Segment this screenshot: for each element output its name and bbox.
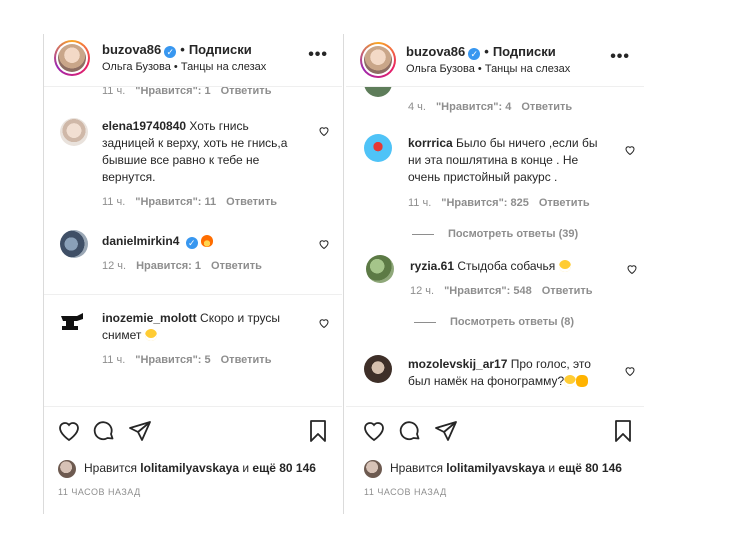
reply-button[interactable]: Ответить bbox=[211, 260, 262, 272]
comment-username[interactable]: elena19740840 bbox=[102, 119, 186, 133]
comment-time[interactable]: 11 ч. bbox=[102, 354, 125, 366]
heart-icon[interactable] bbox=[318, 238, 330, 250]
heart-icon[interactable] bbox=[626, 263, 638, 275]
heart-icon[interactable] bbox=[362, 419, 386, 443]
verified-badge-icon: ✓ bbox=[185, 237, 198, 249]
post-panel-right: buzova86 ✓ • Подписки Ольга Бузова • Танцы … bbox=[346, 34, 644, 514]
author-row: buzova86 ✓ • Подписки bbox=[102, 42, 252, 58]
reply-button[interactable]: Ответить bbox=[221, 87, 272, 97]
verified-badge-icon: ✓ bbox=[468, 48, 481, 60]
heart-icon[interactable] bbox=[624, 365, 636, 377]
avatar[interactable] bbox=[60, 230, 88, 258]
follow-status-button[interactable]: Подписки bbox=[493, 44, 556, 59]
heart-icon[interactable] bbox=[318, 125, 330, 137]
comment-text: korrrica Было бы ничего ,если бы ни эта … bbox=[408, 136, 598, 184]
author-username[interactable]: buzova86 bbox=[102, 42, 161, 57]
comment-likes[interactable]: "Нравится": 11 bbox=[135, 196, 216, 208]
post-header: buzova86 ✓ • Подписки Ольга Бузова • Танцы … bbox=[346, 34, 644, 87]
view-replies-button[interactable]: Посмотреть ответы (8) bbox=[414, 316, 574, 328]
comment-username[interactable]: mozolevskij_ar17 bbox=[408, 357, 507, 371]
heart-icon[interactable] bbox=[318, 317, 330, 329]
comment-likes[interactable]: "Нравится": 1 bbox=[135, 87, 210, 97]
comment-time[interactable]: 11 ч. bbox=[102, 87, 125, 97]
audio-subline[interactable]: Ольга Бузова • Танцы на слезах bbox=[102, 61, 266, 73]
post-panel-left: buzova86 ✓ • Подписки Ольга Бузова • Танцы … bbox=[44, 34, 342, 514]
comment-time[interactable]: 12 ч. bbox=[102, 260, 126, 272]
avatar[interactable] bbox=[360, 42, 396, 78]
comment-text: inozemie_molott Скоро и трусы снимет bbox=[102, 311, 280, 342]
clapping-emoji-icon bbox=[576, 375, 589, 387]
grinning-emoji-icon bbox=[564, 375, 577, 387]
comment-text: mozolevskij_ar17 Про голос, это был намё… bbox=[408, 357, 591, 388]
comment-likes[interactable]: "Нравится": 825 bbox=[441, 197, 529, 209]
send-icon[interactable] bbox=[128, 419, 152, 443]
bookmark-icon[interactable] bbox=[306, 419, 330, 443]
reply-button[interactable]: Ответить bbox=[542, 285, 593, 297]
panel-divider-middle bbox=[343, 34, 344, 514]
comment-likes[interactable]: "Нравится": 548 bbox=[444, 285, 532, 297]
comment-username[interactable]: ryzia.61 bbox=[410, 259, 454, 273]
avatar bbox=[58, 460, 76, 478]
follow-status-button[interactable]: Подписки bbox=[189, 42, 252, 57]
post-timestamp[interactable]: 11 ЧАСОВ НАЗАД bbox=[58, 487, 141, 497]
comment-meta: 11 ч. "Нравится": 825 Ответить bbox=[408, 197, 600, 209]
likes-summary[interactable]: Нравится lolitamilyavskaya и ещё 80 146 bbox=[364, 460, 622, 478]
author-row: buzova86 ✓ • Подписки bbox=[406, 44, 556, 60]
fire-emoji-icon bbox=[201, 235, 214, 247]
comment-likes[interactable]: "Нравится": 4 bbox=[436, 101, 511, 113]
anvil-avatar-icon[interactable] bbox=[58, 307, 86, 335]
send-icon[interactable] bbox=[434, 419, 458, 443]
comment-username[interactable]: inozemie_molott bbox=[102, 311, 197, 325]
comment-username[interactable]: danielmirkin4 bbox=[102, 234, 179, 248]
comment-time[interactable]: 11 ч. bbox=[102, 196, 125, 208]
reply-button[interactable]: Ответить bbox=[226, 196, 277, 208]
comment-meta: 12 ч. "Нравится": 548 Ответить bbox=[410, 285, 603, 297]
post-timestamp[interactable]: 11 ЧАСОВ НАЗАД bbox=[364, 487, 447, 497]
likes-summary[interactable]: Нравится lolitamilyavskaya и ещё 80 146 bbox=[58, 460, 316, 478]
comment-meta: 11 ч. "Нравится": 5 Ответить bbox=[102, 354, 281, 366]
reply-button[interactable]: Ответить bbox=[539, 197, 590, 209]
comment-time[interactable]: 12 ч. bbox=[410, 285, 434, 297]
comment-likes[interactable]: "Нравится": 5 bbox=[135, 354, 210, 366]
comment-meta: 11 ч. "Нравится": 1 Ответить bbox=[102, 87, 281, 97]
comment-likes[interactable]: Нравится: 1 bbox=[136, 260, 201, 272]
comment-time[interactable]: 4 ч. bbox=[408, 101, 426, 113]
verified-badge-icon: ✓ bbox=[164, 46, 177, 58]
comment-text: danielmirkin4 ✓ bbox=[102, 233, 298, 250]
post-header: buzova86 ✓ • Подписки Ольга Бузова • Танцы … bbox=[44, 34, 342, 87]
grinning-emoji-icon bbox=[144, 329, 157, 341]
post-actions: Нравится lolitamilyavskaya и ещё 80 146 … bbox=[346, 406, 644, 514]
avatar[interactable] bbox=[366, 255, 394, 283]
comment-text: elena19740840 Хоть гнись задницей к верх… bbox=[102, 119, 288, 184]
author-username[interactable]: buzova86 bbox=[406, 44, 465, 59]
reply-button[interactable]: Ответить bbox=[521, 101, 572, 113]
audio-subline[interactable]: Ольга Бузова • Танцы на слезах bbox=[406, 63, 570, 75]
comments-list: 4 ч. "Нравится": 4 Ответить korrrica Было … bbox=[346, 87, 644, 405]
bookmark-icon[interactable] bbox=[611, 419, 635, 443]
comment-icon[interactable] bbox=[398, 419, 422, 443]
comment-icon[interactable] bbox=[92, 419, 116, 443]
comment-username[interactable]: korrrica bbox=[408, 136, 453, 150]
view-replies-button[interactable]: Посмотреть ответы (39) bbox=[412, 228, 578, 240]
comment-meta: 4 ч. "Нравится": 4 Ответить bbox=[408, 101, 582, 113]
post-actions: Нравится lolitamilyavskaya и ещё 80 146 … bbox=[44, 406, 342, 514]
comment-meta: 11 ч. "Нравится": 11 Ответить bbox=[102, 196, 287, 208]
avatar[interactable] bbox=[364, 134, 392, 162]
heart-icon[interactable] bbox=[624, 144, 636, 156]
avatar[interactable] bbox=[364, 87, 392, 97]
avatar bbox=[364, 460, 382, 478]
more-options-icon[interactable]: ••• bbox=[610, 49, 630, 65]
avatar[interactable] bbox=[60, 118, 88, 146]
comments-list: 11 ч. "Нравится": 1 Ответить elena19740840… bbox=[44, 87, 342, 405]
comment-meta: 12 ч. Нравится: 1 Ответить bbox=[102, 260, 272, 272]
comment-text: ryzia.61 Стыдоба собачья bbox=[410, 258, 610, 275]
more-options-icon[interactable]: ••• bbox=[308, 47, 328, 63]
heart-icon[interactable] bbox=[57, 419, 81, 443]
avatar[interactable] bbox=[364, 355, 392, 383]
comment-time[interactable]: 11 ч. bbox=[408, 197, 431, 209]
grinning-emoji-icon bbox=[558, 260, 571, 272]
avatar[interactable] bbox=[54, 40, 90, 76]
reply-button[interactable]: Ответить bbox=[221, 354, 272, 366]
